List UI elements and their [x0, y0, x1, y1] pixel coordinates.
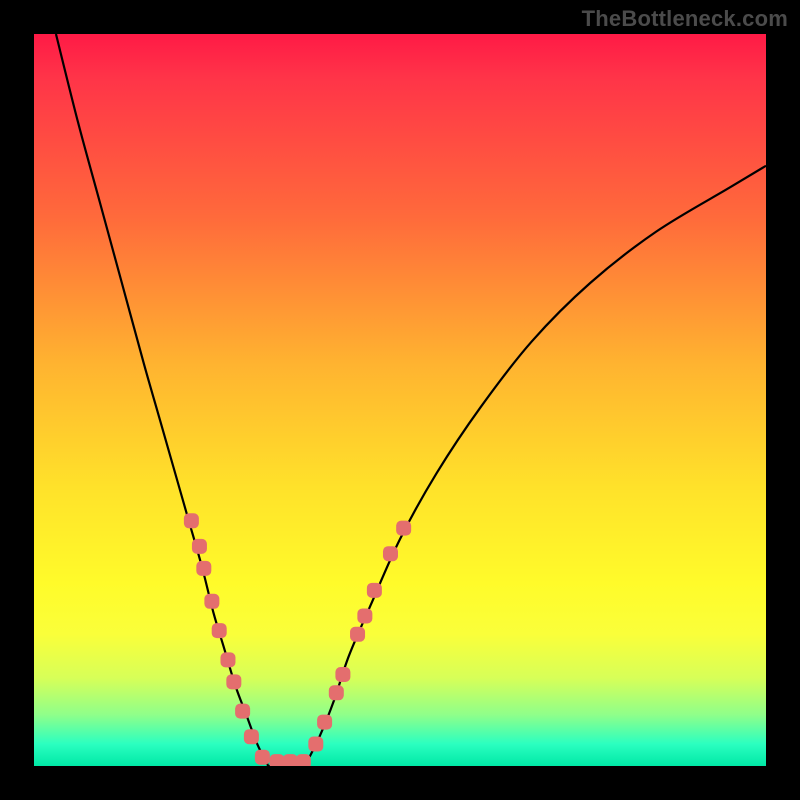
- marker-dot: [383, 546, 398, 561]
- chart-frame: TheBottleneck.com: [0, 0, 800, 800]
- marker-dot: [308, 737, 323, 752]
- marker-dot: [226, 674, 241, 689]
- chart-plot-area: [34, 34, 766, 766]
- marker-dot: [357, 608, 372, 623]
- marker-dots: [184, 513, 411, 766]
- marker-dot: [367, 583, 382, 598]
- marker-dot: [329, 685, 344, 700]
- marker-dot: [270, 754, 285, 766]
- watermark-text: TheBottleneck.com: [582, 6, 788, 32]
- curve-right: [305, 166, 766, 766]
- marker-dot: [244, 729, 259, 744]
- marker-dot: [350, 627, 365, 642]
- marker-dot: [212, 623, 227, 638]
- marker-dot: [235, 704, 250, 719]
- marker-dot: [196, 561, 211, 576]
- marker-dot: [283, 754, 298, 766]
- marker-dot: [296, 754, 311, 766]
- marker-dot: [396, 521, 411, 536]
- marker-dot: [255, 750, 270, 765]
- marker-dot: [192, 539, 207, 554]
- marker-dot: [335, 667, 350, 682]
- marker-dot: [184, 513, 199, 528]
- marker-dot: [220, 652, 235, 667]
- marker-dot: [317, 715, 332, 730]
- marker-dot: [204, 594, 219, 609]
- chart-svg: [34, 34, 766, 766]
- curve-left: [56, 34, 268, 766]
